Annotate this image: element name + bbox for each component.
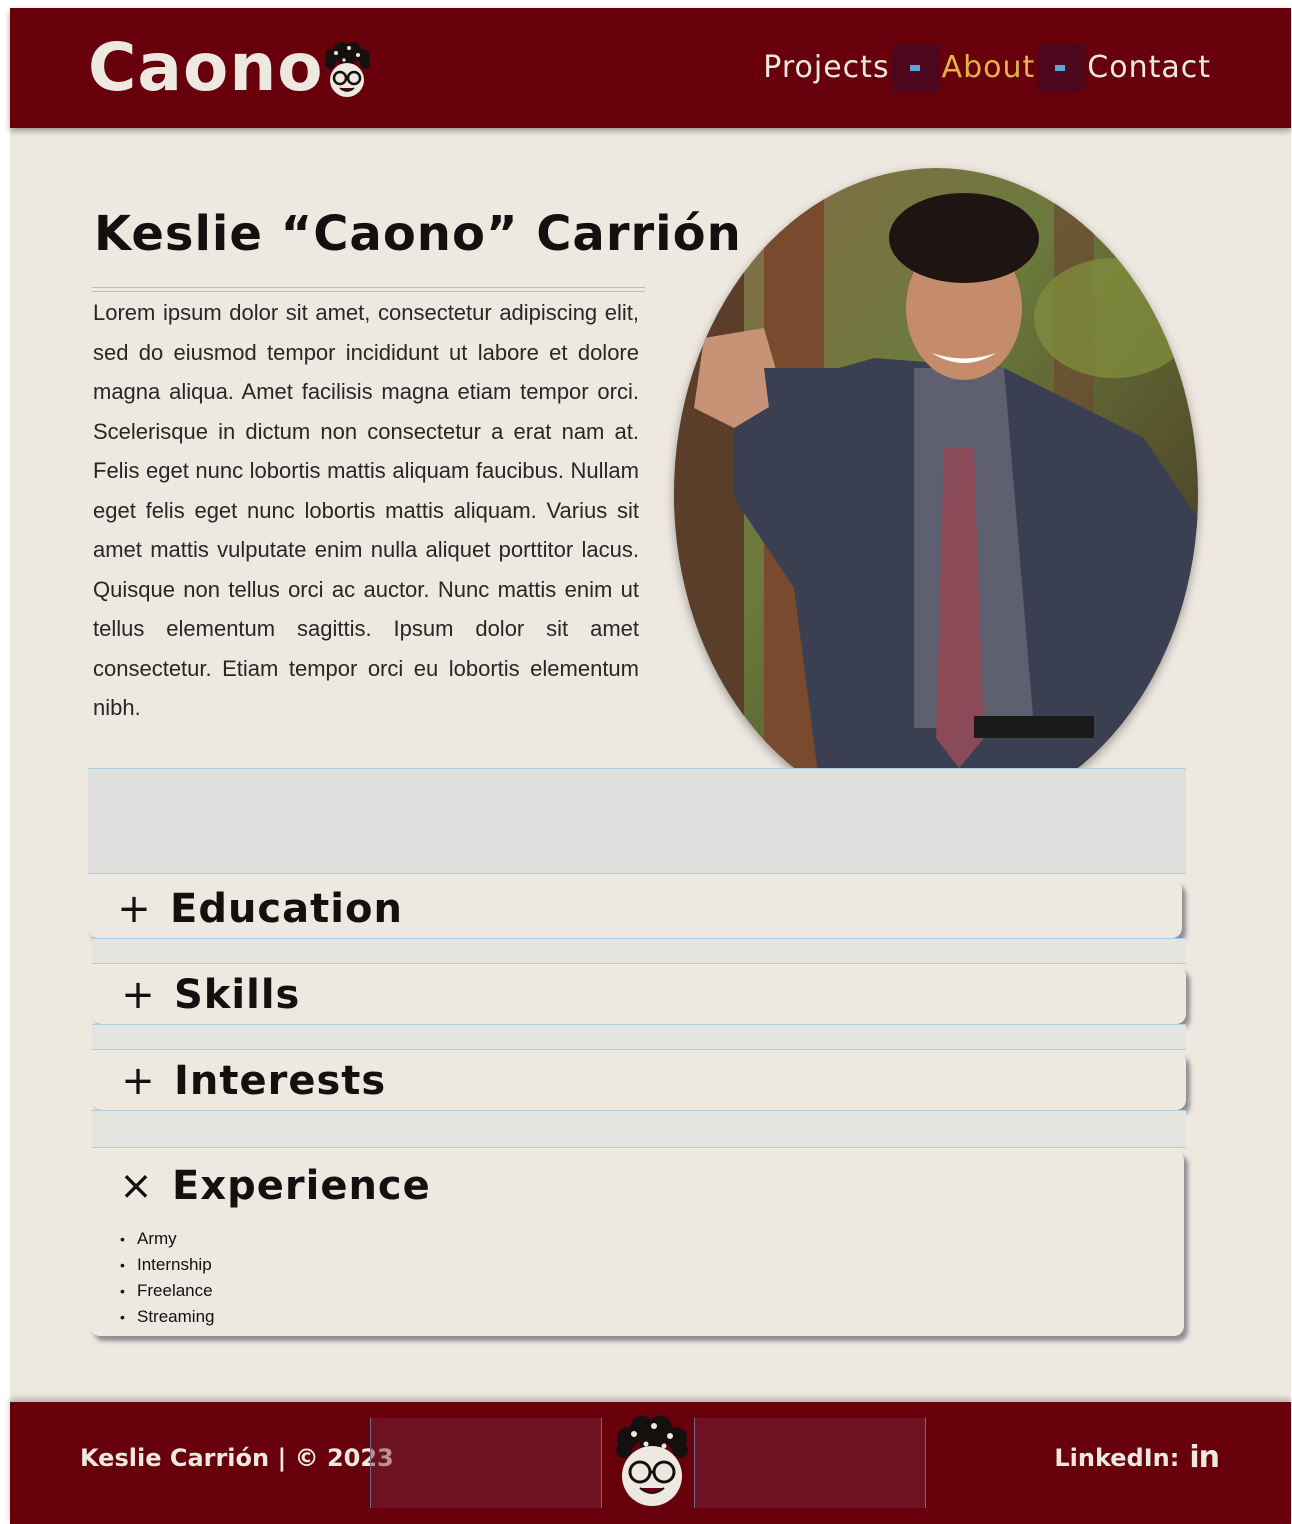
experience-list: Army Internship Freelance Streaming bbox=[90, 1222, 1184, 1330]
site-header: Caono Projects About Contact bbox=[10, 8, 1291, 128]
nav-spacer bbox=[891, 44, 940, 92]
accordion-interests[interactable]: + Interests bbox=[92, 1052, 1186, 1110]
site-footer: Keslie Carrión | © 2023 LinkedIn: in bbox=[10, 1402, 1291, 1524]
accordion-experience[interactable]: × Experience Army Internship Freelance S… bbox=[90, 1150, 1184, 1336]
plus-icon: + bbox=[121, 1058, 155, 1104]
accordion-label: Education bbox=[170, 886, 403, 932]
close-icon: × bbox=[119, 1163, 153, 1209]
linkedin-link[interactable]: LinkedIn: in bbox=[1054, 1440, 1220, 1475]
portrait-image bbox=[674, 168, 1198, 820]
footer-spacer bbox=[694, 1418, 926, 1508]
accordion-gap bbox=[92, 1110, 1186, 1148]
accordion-label: Skills bbox=[174, 972, 301, 1018]
nav-projects[interactable]: Projects bbox=[763, 44, 889, 92]
accordion-education[interactable]: + Education bbox=[88, 880, 1182, 938]
logo-text: Caono bbox=[88, 29, 324, 106]
accordion-gap bbox=[92, 1024, 1186, 1050]
portrait-photo bbox=[674, 168, 1198, 820]
page-title: Keslie “Caono” Carrión bbox=[94, 206, 742, 262]
linkedin-label: LinkedIn: bbox=[1054, 1443, 1180, 1472]
curly-hair-face-footer-icon[interactable] bbox=[614, 1416, 690, 1508]
list-item: Streaming bbox=[120, 1304, 1184, 1330]
main-nav: Projects About Contact bbox=[763, 44, 1211, 92]
plus-icon: + bbox=[121, 972, 155, 1018]
accordion-header[interactable]: × Experience bbox=[90, 1150, 1184, 1222]
accordion-header[interactable]: + Education bbox=[88, 880, 1182, 938]
accordion-gap bbox=[92, 938, 1186, 964]
page: Caono Projects About Contact Keslie “Cao… bbox=[10, 8, 1291, 1524]
accordion-label: Interests bbox=[174, 1058, 387, 1104]
copyright-text: Keslie Carrión | © 2023 bbox=[80, 1444, 394, 1472]
title-divider bbox=[92, 287, 645, 292]
list-item: Army bbox=[120, 1226, 1184, 1252]
list-item: Internship bbox=[120, 1252, 1184, 1278]
logo[interactable]: Caono bbox=[88, 29, 372, 106]
curly-hair-face-logo-icon bbox=[324, 42, 370, 97]
nav-about[interactable]: About bbox=[942, 44, 1036, 92]
bio-text: Lorem ipsum dolor sit amet, consectetur … bbox=[93, 300, 639, 720]
layout-spacer bbox=[88, 768, 1186, 874]
linkedin-icon[interactable]: in bbox=[1189, 1440, 1220, 1475]
nav-contact[interactable]: Contact bbox=[1087, 44, 1211, 92]
accordion-header[interactable]: + Interests bbox=[92, 1052, 1186, 1110]
nav-spacer bbox=[1037, 44, 1086, 92]
list-item: Freelance bbox=[120, 1278, 1184, 1304]
accordion-label: Experience bbox=[172, 1163, 431, 1209]
accordion-header[interactable]: + Skills bbox=[92, 966, 1186, 1024]
plus-icon: + bbox=[117, 886, 151, 932]
footer-spacer bbox=[370, 1418, 602, 1508]
accordion-skills[interactable]: + Skills bbox=[92, 966, 1186, 1024]
